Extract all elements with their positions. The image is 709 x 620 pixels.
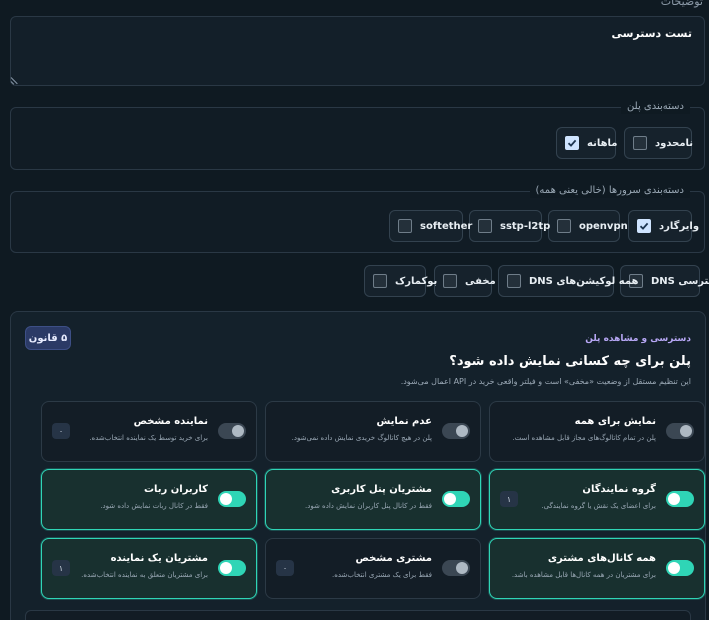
rules-count-badge: ۵ قانون [25,326,71,350]
rule-card-specific-reseller[interactable]: نماینده مشخص برای خرید توسط یک نماینده ا… [41,401,257,462]
rule-count-badge: ۱ [52,560,70,576]
toggle-switch[interactable] [666,491,694,507]
server-option-label: sstp-l2tp [500,220,551,232]
rule-description: برای خرید توسط یک نماینده انتخاب‌شده. [89,434,208,442]
plan-category-group: دسته‌بندی پلن نامحدود ماهانه [10,100,705,170]
rule-title: همه کانال‌های مشتری [547,553,656,564]
checkbox-icon[interactable] [507,274,521,288]
option-all-dns-locations[interactable]: همه لوکیشن‌های DNS [498,265,639,297]
server-option-label: softether [420,220,473,232]
option-label: مخفی [465,275,496,287]
server-option-sstp[interactable]: sstp-l2tp [469,210,550,242]
rule-description: برای مشتریان در همه کانال‌ها قابل مشاهده… [511,571,656,579]
option-label: دسترسی DNS [651,275,709,287]
server-category-group: دسته‌بندی سرورها (خالی یعنی همه) وایرگار… [10,184,705,253]
checkbox-icon[interactable] [443,274,457,288]
checkbox-checked-icon[interactable] [565,136,579,150]
rule-description: فقط در کانال پنل کاربران نمایش داده شود. [304,502,432,510]
rule-description: پلن در هیچ کاتالوگ خریدی نمایش داده نمی‌… [291,434,432,442]
option-label: بوکمارک [395,275,438,287]
rule-title: گروه نمایندگان [582,484,656,495]
server-option-label: وایرگارد [659,220,700,232]
toggle-switch[interactable] [666,560,694,576]
rule-card-show-all[interactable]: نمایش برای همه پلن در تمام کاتالوگ‌های م… [489,401,705,462]
option-bookmark[interactable]: بوکمارک [364,265,437,297]
rule-description: برای مشتریان متعلق به نماینده انتخاب‌شده… [81,571,208,579]
plan-option-label: ماهانه [587,137,618,149]
visibility-subtitle: این تنظیم مستقل از وضعیت «مخفی» است و فی… [400,377,691,386]
toggle-switch[interactable] [442,560,470,576]
next-section-box [25,610,691,620]
rule-card-bot-users[interactable]: کاربران ربات فقط در کانال ربات نمایش داد… [41,469,257,530]
server-option-label: openvpn [579,220,628,232]
rule-title: عدم نمایش [376,416,432,427]
toggle-switch[interactable] [218,423,246,439]
rule-title: نمایش برای همه [574,416,656,427]
rule-title: کاربران ربات [143,484,208,495]
rule-card-panel-customers[interactable]: مشتریان پنل کاربری فقط در کانال پنل کارب… [265,469,481,530]
rule-card-reseller-group[interactable]: گروه نمایندگان برای اعضای یک نقش یا گروه… [489,469,705,530]
visibility-panel: ۵ قانون دسترسی و مشاهده پلن پلن برای چه … [10,311,706,620]
description-textarea[interactable]: تست دسترسی [10,16,705,86]
option-hidden[interactable]: مخفی [434,265,496,297]
visibility-title: پلن برای چه کسانی نمایش داده شود؟ [449,354,691,369]
checkbox-checked-icon[interactable] [637,219,651,233]
resize-grip-icon[interactable] [11,77,19,85]
rule-title: مشتریان پنل کاربری [331,484,432,495]
checkbox-icon[interactable] [398,219,412,233]
plan-option-label: نامحدود [655,137,694,149]
checkbox-icon[interactable] [373,274,387,288]
description-value: تست دسترسی [611,27,692,40]
rule-card-all-customer-channels[interactable]: همه کانال‌های مشتری برای مشتریان در همه … [489,538,705,599]
plan-category-legend: دسته‌بندی پلن [621,100,690,114]
rule-title: نماینده مشخص [133,416,208,427]
rule-description: فقط در کانال ربات نمایش داده شود. [100,502,208,510]
rule-card-hide[interactable]: عدم نمایش پلن در هیچ کاتالوگ خریدی نمایش… [265,401,481,462]
checkbox-icon[interactable] [633,136,647,150]
plan-option-monthly[interactable]: ماهانه [556,127,618,159]
toggle-switch[interactable] [666,423,694,439]
rule-description: برای اعضای یک نقش یا گروه نمایندگی. [541,502,656,510]
rule-description: پلن در تمام کاتالوگ‌های مجاز قابل مشاهده… [512,434,656,442]
server-option-openvpn[interactable]: openvpn [548,210,628,242]
description-label: توضیحات [660,0,703,8]
server-option-softether[interactable]: softether [389,210,472,242]
plan-option-unlimited[interactable]: نامحدود [624,127,694,159]
option-label: همه لوکیشن‌های DNS [529,275,639,287]
rule-title: مشتری مشخص [355,553,432,564]
rule-card-specific-customer[interactable]: مشتری مشخص فقط برای یک مشتری انتخاب‌شده.… [265,538,481,599]
toggle-switch[interactable] [442,423,470,439]
server-category-legend: دسته‌بندی سرورها (خالی یعنی همه) [529,184,690,198]
toggle-switch[interactable] [218,491,246,507]
rule-count-badge: ۱ [500,491,518,507]
rule-count-badge: ۰ [52,423,70,439]
checkbox-icon[interactable] [478,219,492,233]
rule-count-badge: ۰ [276,560,294,576]
rule-title: مشتریان یک نماینده [110,553,208,564]
toggle-switch[interactable] [218,560,246,576]
toggle-switch[interactable] [442,491,470,507]
rule-description: فقط برای یک مشتری انتخاب‌شده. [331,571,432,579]
rule-card-reseller-customers[interactable]: مشتریان یک نماینده برای مشتریان متعلق به… [41,538,257,599]
visibility-kicker: دسترسی و مشاهده پلن [585,334,691,344]
checkbox-icon[interactable] [557,219,571,233]
server-option-wireguard[interactable]: وایرگارد [628,210,699,242]
